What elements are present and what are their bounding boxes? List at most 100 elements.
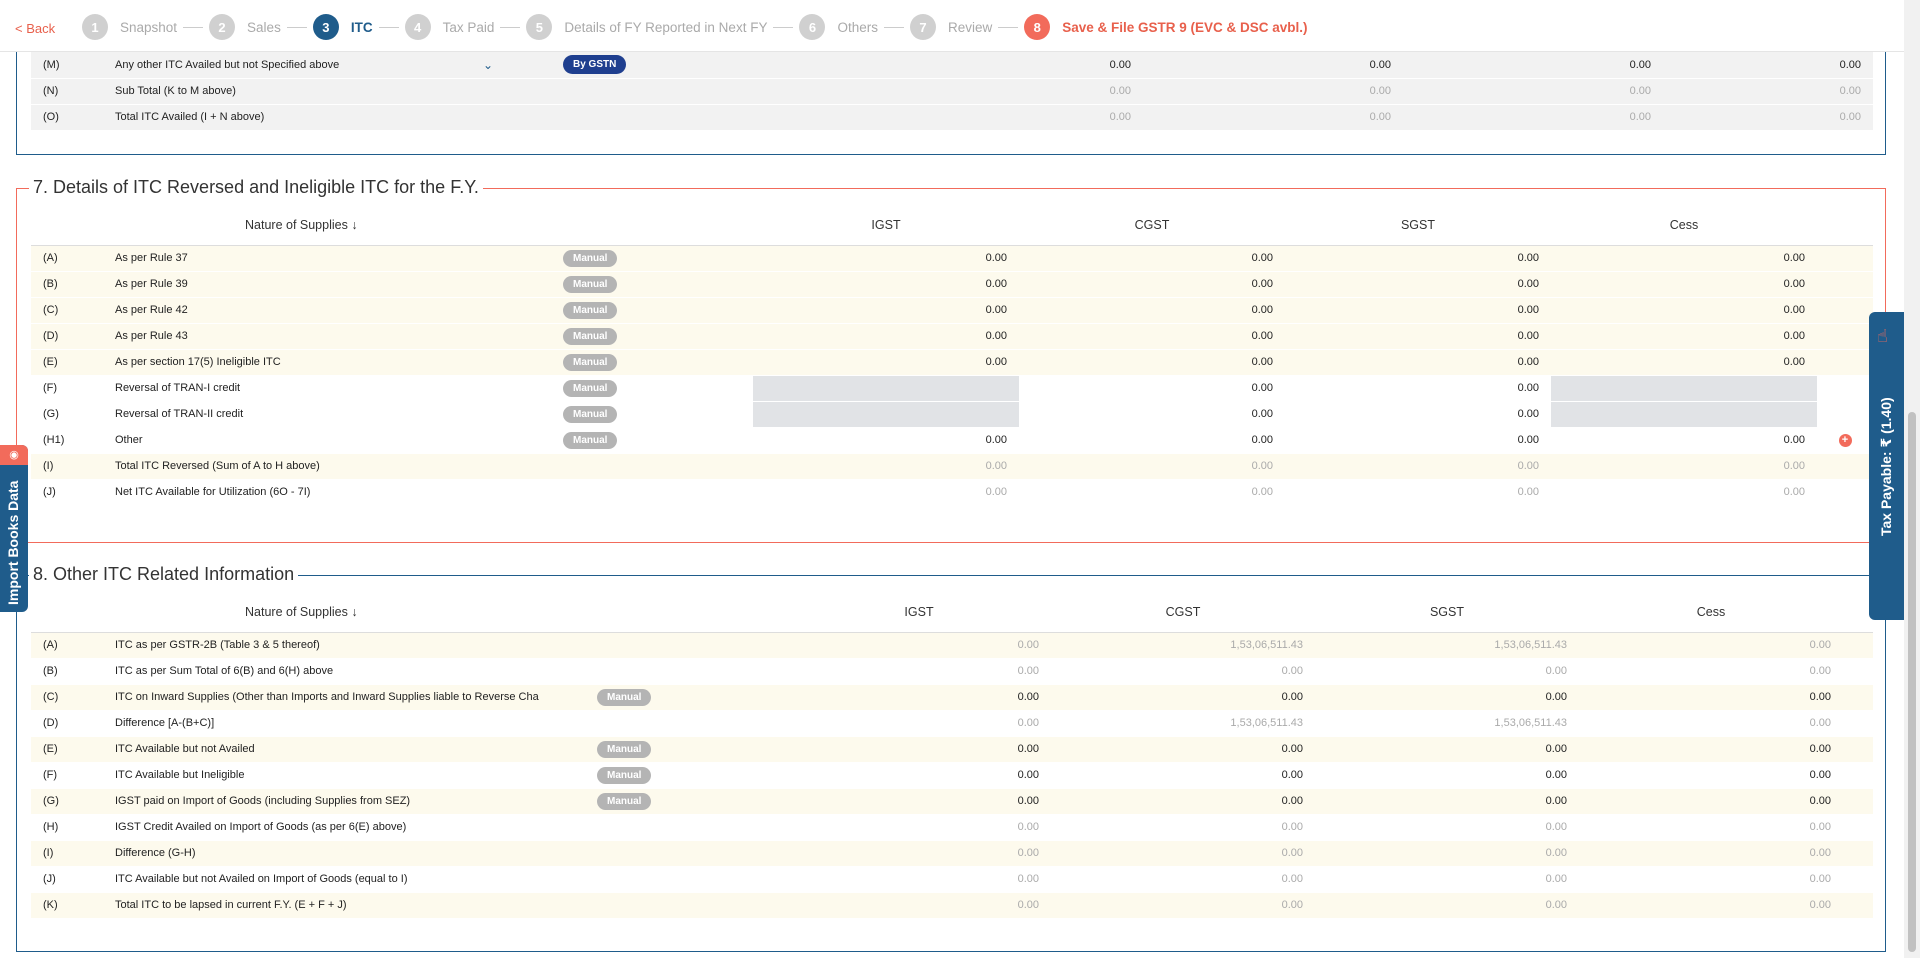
step-snapshot[interactable]: 1 Snapshot (82, 14, 177, 40)
cess-value[interactable]: 0.00 (1579, 736, 1843, 763)
row-code: (F) (31, 762, 115, 789)
manual-button[interactable]: Manual (563, 275, 618, 293)
steps: 1 Snapshot 2 Sales 3 ITC 4 Tax Paid 5 Details… (82, 14, 1308, 40)
section-7-table: Nature of Supplies ↓ IGST CGST SGST Cess… (31, 205, 1873, 506)
nature-header[interactable]: Nature of Supplies ↓ (115, 205, 563, 246)
cgst-value[interactable]: 0.00 (1019, 375, 1285, 402)
row-description: Total ITC Availed (I + N above) (115, 104, 483, 131)
cgst-value[interactable]: 0.00 (1019, 245, 1285, 272)
igst-value[interactable]: 0.00 (753, 271, 1019, 298)
manual-button[interactable]: Manual (563, 431, 618, 449)
scrollbar[interactable] (1904, 0, 1920, 958)
stepper-bar: < Back 1 Snapshot 2 Sales 3 ITC 4 Tax Paid 5… (0, 0, 1904, 52)
sort-icon[interactable]: ↓ (351, 218, 357, 232)
sgst-value[interactable]: 0.00 (1285, 375, 1551, 402)
igst-value[interactable]: 0.00 (753, 297, 1019, 324)
cess-value[interactable]: 0.00 (1551, 245, 1817, 272)
tax-payable-tab[interactable]: ☝ Tax Payable: ₹ (1.40) (1869, 312, 1904, 620)
manual-button[interactable]: Manual (563, 353, 618, 371)
cgst-value[interactable]: 0.00 (1019, 297, 1285, 324)
igst-value: 0.00 (787, 866, 1051, 893)
igst-value[interactable]: 0.00 (787, 762, 1051, 789)
cgst-value[interactable]: 0.00 (1019, 349, 1285, 376)
chevron-down-icon[interactable]: ⌄ (483, 58, 493, 72)
row-code: (F) (31, 375, 115, 402)
scrollbar-thumb[interactable] (1908, 412, 1916, 952)
cgst-value[interactable]: 0.00 (1019, 401, 1285, 428)
add-row-icon[interactable]: + (1838, 433, 1852, 447)
sgst-value[interactable]: 0.00 (1285, 245, 1551, 272)
igst-value[interactable]: 0.00 (753, 245, 1019, 272)
step-others[interactable]: 6 Others (799, 14, 878, 40)
step-label: Save & File GSTR 9 (EVC & DSC avbl.) (1062, 19, 1308, 35)
manual-button[interactable]: Manual (597, 688, 652, 706)
cgst-value[interactable]: 0.00 (1051, 736, 1315, 763)
igst-value[interactable]: 0.00 (787, 788, 1051, 815)
cgst-value[interactable]: 0.00 (1019, 323, 1285, 350)
cess-value[interactable]: 0.00 (1551, 297, 1817, 324)
row-description: IGST Credit Availed on Import of Goods (… (115, 814, 597, 841)
cess-value[interactable]: 0.00 (1551, 323, 1817, 350)
sgst-value[interactable]: 0.00 (1315, 788, 1579, 815)
back-link[interactable]: < Back (15, 21, 55, 36)
igst-value[interactable]: 0.00 (787, 736, 1051, 763)
sgst-value[interactable]: 0.00 (1315, 736, 1579, 763)
cgst-value: 1,53,06,511.43 (1051, 632, 1315, 659)
step-tax-paid[interactable]: 4 Tax Paid (404, 14, 494, 40)
cess-value[interactable]: 0.00 (1579, 684, 1843, 711)
cgst-header: CGST (1019, 205, 1285, 246)
manual-button[interactable]: Manual (563, 301, 618, 319)
manual-button[interactable]: Manual (597, 740, 652, 758)
step-divider (998, 26, 1019, 28)
manual-button[interactable]: Manual (597, 792, 652, 810)
cgst-value[interactable]: 0.00 (1051, 762, 1315, 789)
igst-value[interactable]: 0.00 (883, 52, 1143, 79)
cess-value[interactable]: 0.00 (1551, 271, 1817, 298)
sgst-value[interactable]: 0.00 (1403, 52, 1663, 79)
cgst-value[interactable]: 0.00 (1019, 271, 1285, 298)
manual-button[interactable]: Manual (597, 766, 652, 784)
sgst-value[interactable]: 0.00 (1315, 762, 1579, 789)
manual-button[interactable]: Manual (563, 405, 618, 423)
igst-value[interactable]: 0.00 (787, 684, 1051, 711)
nature-header[interactable]: Nature of Supplies ↓ (115, 592, 597, 633)
step-sales[interactable]: 2 Sales (209, 14, 281, 40)
cgst-value[interactable]: 0.00 (1051, 788, 1315, 815)
sgst-value[interactable]: 0.00 (1285, 323, 1551, 350)
igst-value[interactable]: 0.00 (753, 349, 1019, 376)
sgst-value[interactable]: 0.00 (1285, 297, 1551, 324)
row-description: Reversal of TRAN-I credit (115, 375, 563, 402)
row-description: Difference [A-(B+C)] (115, 710, 597, 737)
sgst-header: SGST (1285, 205, 1551, 246)
cgst-value: 0.00 (1051, 840, 1315, 867)
cess-value[interactable]: 0.00 (1579, 788, 1843, 815)
step-itc[interactable]: 3 ITC (312, 14, 373, 40)
table-row: (O) Total ITC Availed (I + N above) 0.00… (31, 104, 1873, 131)
section-7-title: 7. Details of ITC Reversed and Ineligibl… (29, 177, 483, 198)
manual-button[interactable]: Manual (563, 249, 618, 267)
cess-value[interactable]: 0.00 (1551, 349, 1817, 376)
sgst-value[interactable]: 0.00 (1285, 427, 1551, 454)
igst-value[interactable]: 0.00 (753, 323, 1019, 350)
step-review[interactable]: 7 Review (909, 14, 992, 40)
manual-button[interactable]: Manual (563, 327, 618, 345)
step-number: 7 (909, 14, 936, 40)
cess-header: Cess (1579, 592, 1843, 633)
sgst-value[interactable]: 0.00 (1285, 349, 1551, 376)
by-gstn-badge[interactable]: By GSTN (563, 55, 627, 75)
cgst-value[interactable]: 0.00 (1143, 52, 1403, 79)
igst-value[interactable]: 0.00 (753, 427, 1019, 454)
step-save-file[interactable]: 8 Save & File GSTR 9 (EVC & DSC avbl.) (1024, 14, 1308, 40)
import-books-data-tab[interactable]: ◉ Import Books Data (0, 445, 28, 612)
cess-value[interactable]: 0.00 (1551, 427, 1817, 454)
manual-button[interactable]: Manual (563, 379, 618, 397)
sgst-value[interactable]: 0.00 (1285, 401, 1551, 428)
sgst-value[interactable]: 0.00 (1285, 271, 1551, 298)
sgst-value[interactable]: 0.00 (1315, 684, 1579, 711)
cess-value[interactable]: 0.00 (1579, 762, 1843, 789)
cgst-value[interactable]: 0.00 (1019, 427, 1285, 454)
cess-value[interactable]: 0.00 (1663, 52, 1873, 79)
sort-icon[interactable]: ↓ (351, 605, 357, 619)
step-next-fy[interactable]: 5 Details of FY Reported in Next FY (526, 14, 767, 40)
cgst-value[interactable]: 0.00 (1051, 684, 1315, 711)
